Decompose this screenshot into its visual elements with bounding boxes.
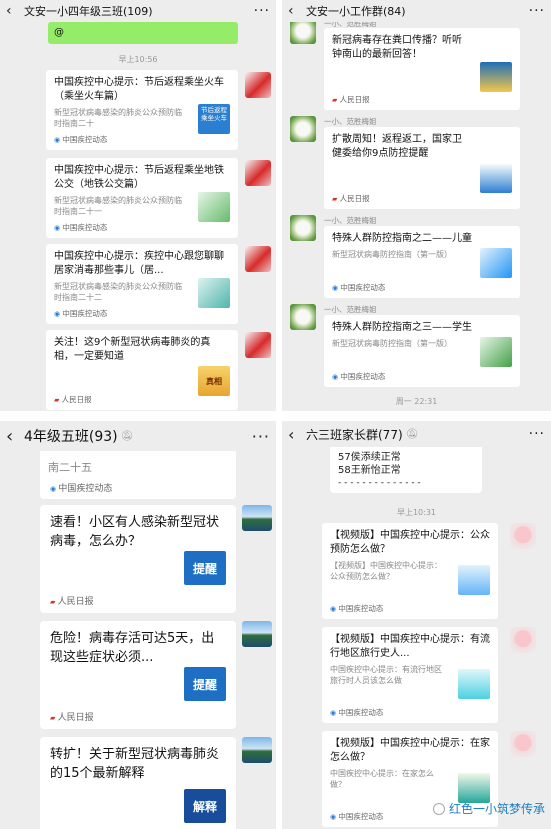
article-thumbnail bbox=[480, 62, 512, 92]
article-card-partial[interactable]: 南二十五 中国疾控动态 bbox=[40, 451, 236, 499]
timestamp: 早上10:56 bbox=[118, 55, 158, 64]
chat-panel-class63-parents: ‹ 六三班家长群(77) 🔕︎ ··· 57侯添续正常 58王新怡正常 - - … bbox=[282, 421, 551, 829]
video-article-card[interactable]: 【视频版】中国疾控中心提示：有流行地区旅行史人... 中国疾控中心提示：有流行地… bbox=[322, 627, 498, 723]
sender-avatar[interactable] bbox=[245, 246, 271, 272]
sender-avatar[interactable] bbox=[242, 621, 272, 647]
sender-avatar[interactable] bbox=[245, 160, 271, 186]
chat-title: 六三班家长群(77) bbox=[306, 427, 403, 442]
video-thumbnail bbox=[458, 669, 490, 699]
text-message-bubble[interactable]: 57侯添续正常 58王新怡正常 - - - - - - - - - - - - … bbox=[330, 445, 482, 493]
sender-avatar[interactable] bbox=[242, 505, 272, 531]
back-arrow-icon[interactable]: ‹ bbox=[288, 3, 306, 19]
more-options-icon[interactable]: ··· bbox=[529, 3, 545, 19]
chat-header: ‹ 4年级五班(93) 🔕︎ ··· bbox=[0, 421, 276, 451]
article-thumbnail: 节后返程乘坐火车 bbox=[198, 104, 230, 134]
back-arrow-icon[interactable]: ‹ bbox=[6, 426, 24, 447]
article-card[interactable]: 危险！病毒存活可达5天，出现这些症状必须... 提醒 人民日报 bbox=[40, 621, 236, 729]
article-card[interactable]: 关注！这9个新型冠状病毒肺炎的真相，一定要知道 真相 人民日报 bbox=[46, 330, 238, 410]
chat-panel-work-group: ‹ 文安一小工作群(84) ··· 一小、范胜梅姐 新冠病毒存在粪口传播？听听钟… bbox=[282, 0, 551, 411]
video-article-card[interactable]: 【视频版】中国疾控中心提示：公众预防怎么做？ 【视频版】中国疾控中心提示：公众预… bbox=[322, 523, 498, 619]
timestamp: 周一 22:31 bbox=[395, 397, 438, 406]
sender-name: 一小、范胜梅姐 bbox=[324, 305, 377, 314]
chat-header: ‹ 文安一小四年级三班(109) ··· bbox=[0, 0, 276, 22]
sender-avatar[interactable] bbox=[510, 523, 536, 549]
sender-avatar[interactable] bbox=[510, 627, 536, 653]
article-thumbnail: 提醒 bbox=[184, 551, 226, 585]
article-thumbnail bbox=[480, 337, 512, 367]
chat-panel-grade4-class5: ‹ 4年级五班(93) 🔕︎ ··· 南二十五 中国疾控动态 速看！小区有人感染… bbox=[0, 421, 276, 829]
wechat-account-icon bbox=[432, 803, 445, 815]
watermark: 红色一小筑梦传承 bbox=[432, 800, 545, 817]
sender-avatar[interactable] bbox=[290, 304, 316, 330]
article-thumbnail: 真相 bbox=[198, 366, 230, 396]
sender-name: 一小、范胜梅姐 bbox=[324, 117, 377, 126]
chat-header: ‹ 六三班家长群(77) 🔕︎ ··· bbox=[282, 421, 551, 447]
chat-title: 文安一小工作群(84) bbox=[306, 5, 406, 18]
article-card[interactable]: 中国疾控中心提示：节后返程乘坐火车（乘坐火车篇） 新型冠状病毒感染的肺炎公众预防… bbox=[46, 70, 238, 150]
sender-name: 一小、范胜梅姐 bbox=[324, 216, 377, 225]
article-card[interactable]: 中国疾控中心提示：疾控中心跟您聊聊居家消毒那些事儿（居... 新型冠状病毒感染的… bbox=[46, 244, 238, 324]
article-thumbnail bbox=[480, 163, 512, 193]
sender-avatar[interactable] bbox=[245, 332, 271, 358]
back-arrow-icon[interactable]: ‹ bbox=[6, 3, 24, 19]
article-card[interactable]: 转扩！关于新型冠状病毒肺炎的15个最新解释 解释 bbox=[40, 737, 236, 829]
chat-panel-grade4-class3: ‹ 文安一小四年级三班(109) ··· @ 早上10:56 中国疾控中心提示：… bbox=[0, 0, 276, 411]
article-card[interactable]: 扩散周知！返程返工，国家卫健委给你9点防控提醒 人民日报 bbox=[324, 127, 520, 209]
chat-title: 文安一小四年级三班(109) bbox=[24, 5, 153, 18]
more-options-icon[interactable]: ··· bbox=[252, 427, 270, 446]
article-card[interactable]: 特殊人群防控指南之三——学生 新型冠状病毒防控指南（第一版） 中国疾控动态 bbox=[324, 315, 520, 387]
article-card[interactable]: 中国疾控中心提示：节后返程乘坐地铁公交（地铁公交篇） 新型冠状病毒感染的肺炎公众… bbox=[46, 158, 238, 238]
article-thumbnail bbox=[480, 248, 512, 278]
article-thumbnail: 提醒 bbox=[184, 667, 226, 701]
sender-avatar[interactable] bbox=[242, 737, 272, 763]
article-thumbnail bbox=[198, 192, 230, 222]
timestamp: 早上10:31 bbox=[396, 508, 437, 517]
sender-avatar[interactable] bbox=[290, 116, 316, 142]
more-options-icon[interactable]: ··· bbox=[529, 426, 545, 442]
chat-title: 4年级五班(93) bbox=[24, 429, 118, 445]
article-thumbnail: 解释 bbox=[184, 789, 226, 823]
sender-avatar[interactable] bbox=[290, 215, 316, 241]
chat-header: ‹ 文安一小工作群(84) ··· bbox=[282, 0, 551, 22]
article-card[interactable]: 特殊人群防控指南之二——儿童 新型冠状病毒防控指南（第一版） 中国疾控动态 bbox=[324, 226, 520, 298]
article-card[interactable]: 速看！小区有人感染新型冠状病毒，怎么办？ 提醒 人民日报 bbox=[40, 505, 236, 613]
mute-bell-icon: 🔕︎ bbox=[405, 428, 419, 440]
video-thumbnail bbox=[458, 565, 490, 595]
back-arrow-icon[interactable]: ‹ bbox=[288, 425, 306, 444]
sender-avatar[interactable] bbox=[245, 72, 271, 98]
article-thumbnail bbox=[198, 278, 230, 308]
article-card[interactable]: 新冠病毒存在粪口传播？听听钟南山的最新回答！ 人民日报 bbox=[324, 28, 520, 110]
sender-avatar[interactable] bbox=[510, 731, 536, 757]
mute-bell-icon: 🔕︎ bbox=[120, 430, 134, 442]
more-options-icon[interactable]: ··· bbox=[254, 3, 270, 19]
sent-message-bubble[interactable]: @ bbox=[48, 22, 238, 44]
video-thumbnail bbox=[458, 773, 490, 803]
